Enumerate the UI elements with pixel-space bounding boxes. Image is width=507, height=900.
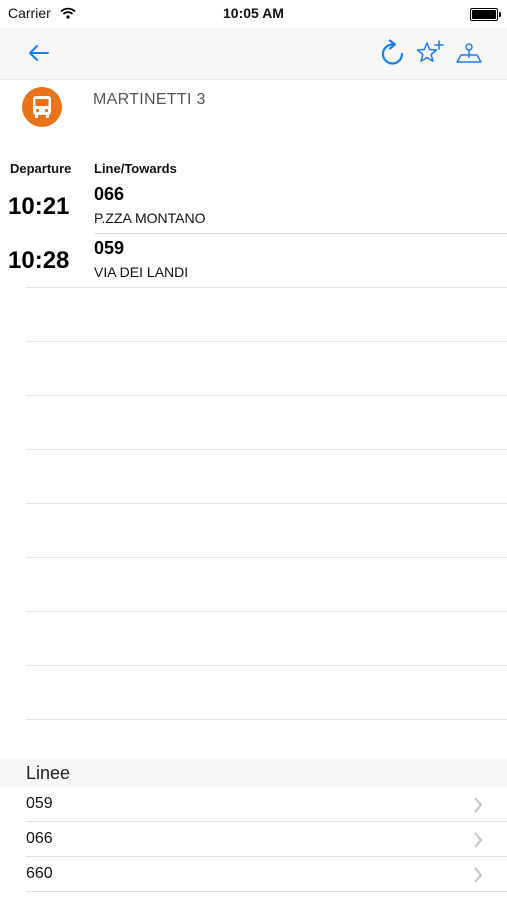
add-favorite-button[interactable]	[413, 36, 447, 70]
row-divider	[26, 449, 507, 450]
departure-time: 10:28	[8, 247, 70, 274]
refresh-icon	[381, 39, 404, 65]
stop-header: MARTINETTI 3	[0, 80, 507, 140]
chevron-right-icon	[473, 867, 483, 888]
chevron-right-icon	[473, 797, 483, 818]
linee-item[interactable]: 066	[0, 822, 507, 857]
status-bar: Carrier 10:05 AM	[0, 0, 507, 28]
departure-row[interactable]: 10:28 059 VIA DEI LANDI	[0, 234, 507, 288]
towards-destination: P.ZZA MONTANO	[94, 210, 206, 226]
line-towards-column-header: Line/Towards	[94, 161, 177, 176]
line-number: 059	[94, 238, 125, 258]
row-divider	[26, 395, 507, 396]
linee-section-header: Linee	[0, 758, 507, 787]
towards-destination: VIA DEI LANDI	[94, 264, 189, 280]
linee-item[interactable]: 660	[0, 857, 507, 892]
line-number: 066	[94, 184, 125, 204]
row-divider	[26, 891, 507, 892]
row-divider	[26, 719, 507, 720]
row-divider	[26, 287, 507, 288]
favorite-add-icon	[416, 40, 444, 62]
row-divider	[26, 341, 507, 342]
status-time: 10:05 AM	[223, 5, 284, 21]
bus-icon	[22, 87, 62, 127]
row-divider	[26, 665, 507, 666]
linee-item[interactable]: 059	[0, 787, 507, 822]
refresh-button[interactable]	[376, 36, 410, 70]
stop-name: MARTINETTI 3	[93, 91, 206, 108]
row-divider	[26, 611, 507, 612]
row-divider	[26, 557, 507, 558]
linee-section-title: Linee	[26, 763, 71, 783]
departure-column-header: Departure	[10, 161, 72, 176]
row-divider	[26, 503, 507, 504]
battery-icon	[470, 8, 501, 21]
linee-item-label: 660	[26, 865, 53, 882]
navigation-bar	[0, 28, 507, 80]
linee-item-label: 066	[26, 830, 53, 847]
empty-table-area	[26, 287, 507, 737]
departure-row[interactable]: 10:21 066 P.ZZA MONTANO	[0, 180, 507, 234]
chevron-right-icon	[473, 832, 483, 853]
map-button[interactable]	[452, 36, 486, 70]
map-icon	[456, 43, 482, 63]
departure-time: 10:21	[8, 193, 70, 220]
back-arrow-icon	[29, 45, 49, 61]
back-button[interactable]	[22, 36, 56, 70]
linee-item-label: 059	[26, 795, 53, 812]
